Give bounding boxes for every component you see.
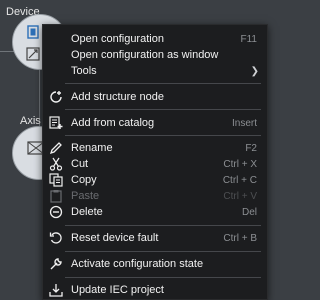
- reset-icon: [49, 231, 63, 245]
- configuration-icon: [26, 47, 40, 61]
- menu-separator: [65, 251, 261, 252]
- submenu-chevron-icon: ❯: [250, 65, 259, 77]
- menu-item-rename[interactable]: Rename F2: [43, 140, 267, 156]
- add-structure-node-icon: [49, 90, 63, 104]
- menu-item-update-iec-project[interactable]: Update IEC project: [43, 282, 267, 298]
- menu-item-cut[interactable]: Cut Ctrl + X: [43, 156, 267, 172]
- catalog-icon: [49, 116, 63, 130]
- menu-item-label: Reset device fault: [71, 232, 159, 244]
- menu-item-label: Activate configuration state: [71, 258, 204, 270]
- menu-separator: [65, 135, 261, 136]
- menu-item-open-configuration-window[interactable]: Open configuration as window: [43, 47, 267, 63]
- menu-separator: [65, 225, 261, 226]
- shortcut-label: Del: [241, 206, 257, 218]
- paste-icon: [49, 189, 63, 203]
- menu-item-activate-configuration-state[interactable]: Activate configuration state: [43, 256, 267, 272]
- menu-separator: [65, 83, 261, 84]
- shortcut-label: Ctrl + C: [222, 174, 257, 186]
- menu-item-paste[interactable]: Paste Ctrl + V: [43, 188, 267, 204]
- menu-item-tools[interactable]: Tools ❯: [43, 63, 267, 79]
- menu-item-label: Cut: [71, 158, 89, 170]
- menu-item-copy[interactable]: Copy Ctrl + C: [43, 172, 267, 188]
- menu-item-label: Update IEC project: [71, 284, 164, 296]
- menu-item-label: Tools: [71, 65, 97, 77]
- menu-item-label: Add structure node: [71, 91, 164, 103]
- menu-item-label: Open configuration as window: [71, 49, 219, 61]
- shortcut-label: Ctrl + V: [223, 190, 257, 202]
- delete-icon: [49, 205, 63, 219]
- menu-item-add-from-catalog[interactable]: Add from catalog Insert: [43, 115, 267, 131]
- scissors-icon: [49, 157, 63, 171]
- menu-item-label: Open configuration: [71, 33, 164, 45]
- shortcut-label: Insert: [231, 117, 257, 129]
- shortcut-label: F11: [240, 33, 258, 45]
- shortcut-label: Ctrl + B: [223, 232, 257, 244]
- shortcut-label: Ctrl + X: [223, 158, 257, 170]
- menu-item-delete[interactable]: Delete Del: [43, 204, 267, 220]
- pencil-icon: [49, 141, 63, 155]
- shortcut-label: F2: [245, 142, 257, 154]
- device-module-icon: [26, 25, 40, 39]
- menu-item-label: Delete: [71, 206, 103, 218]
- update-icon: [49, 283, 63, 297]
- copy-icon: [49, 173, 63, 187]
- menu-separator: [65, 109, 261, 110]
- menu-item-label: Rename: [71, 142, 113, 154]
- menu-item-open-configuration[interactable]: Open configuration F11: [43, 31, 267, 47]
- menu-item-label: Add from catalog: [71, 117, 155, 129]
- menu-item-add-structure-node[interactable]: Add structure node: [43, 89, 267, 105]
- wrench-icon: [49, 257, 63, 271]
- menu-separator: [65, 277, 261, 278]
- menu-item-label: Copy: [71, 174, 97, 186]
- menu-item-label: Paste: [71, 190, 100, 202]
- menu-item-reset-device-fault[interactable]: Reset device fault Ctrl + B: [43, 230, 267, 246]
- context-menu: Open configuration F11 Open configuratio…: [42, 24, 268, 300]
